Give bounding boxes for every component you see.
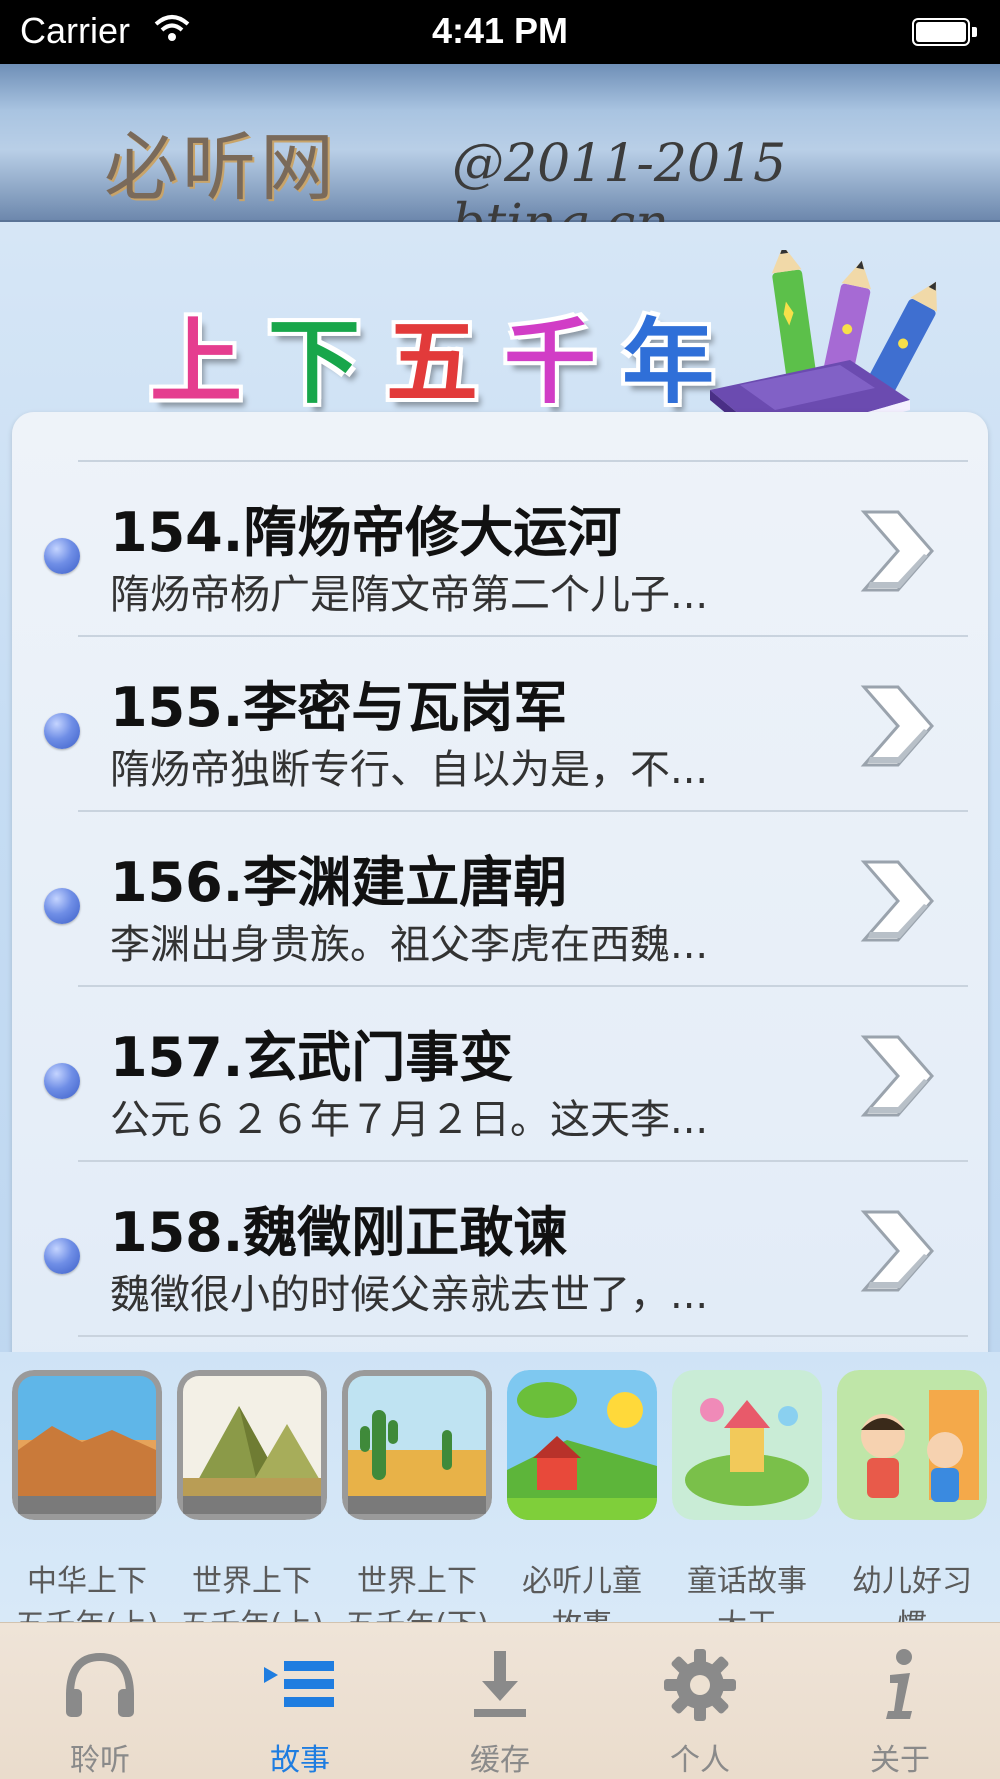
bullet-icon bbox=[44, 713, 80, 749]
story-row[interactable]: 154.隋炀帝修大运河隋炀帝杨广是隋文帝第二个儿子... bbox=[0, 460, 1000, 635]
story-title: 157.玄武门事变 bbox=[110, 1026, 514, 1089]
story-description: 魏徵很小的时候父亲就去世了，... bbox=[110, 1272, 709, 1318]
battery-icon bbox=[912, 18, 978, 48]
headphones-icon bbox=[66, 1652, 134, 1717]
chevron-right-icon[interactable] bbox=[858, 1033, 936, 1119]
bullet-icon bbox=[44, 538, 80, 574]
row-divider bbox=[78, 1160, 968, 1162]
story-description: 公元６２６年７月２日。这天李... bbox=[110, 1097, 709, 1143]
chevron-right-icon[interactable] bbox=[858, 858, 936, 944]
tab-bar: 聆听 故事 缓存 个人 关于 bbox=[0, 1622, 1000, 1779]
row-divider bbox=[78, 985, 968, 987]
desert-thumbnail bbox=[12, 1370, 162, 1520]
chevron-right-icon[interactable] bbox=[858, 683, 936, 769]
chevron-right-icon[interactable] bbox=[858, 1208, 936, 1294]
pyramids-thumbnail bbox=[177, 1370, 327, 1520]
chevron-right-icon[interactable] bbox=[858, 508, 936, 594]
tab-listen[interactable]: 聆听 bbox=[0, 1623, 200, 1779]
row-divider bbox=[78, 1335, 968, 1337]
tab-personal[interactable]: 个人 bbox=[600, 1623, 800, 1779]
category-item[interactable]: 童话故事大王 bbox=[672, 1370, 822, 1643]
category-item[interactable]: 世界上下五千年(上) bbox=[177, 1370, 327, 1643]
site-logo-text: 必听网 bbox=[104, 125, 338, 211]
story-description: 隋炀帝杨广是隋文帝第二个儿子... bbox=[110, 572, 709, 618]
title-char: 五 bbox=[386, 309, 487, 416]
gear-icon bbox=[664, 1649, 736, 1721]
row-divider bbox=[78, 635, 968, 637]
category-item[interactable]: 幼儿好习惯 bbox=[837, 1370, 987, 1643]
story-list: 154.隋炀帝修大运河 隋炀帝杨广是隋文帝第二个儿子... 155.李密与瓦岗军 隋炀… bbox=[0, 460, 1000, 1339]
info-icon bbox=[886, 1649, 912, 1719]
tab-label: 聆听 bbox=[70, 1743, 130, 1778]
row-divider bbox=[78, 810, 968, 812]
tab-label: 关于 bbox=[870, 1743, 930, 1778]
tab-label: 个人 bbox=[670, 1743, 730, 1778]
category-item[interactable]: 必听儿童故事 bbox=[507, 1370, 657, 1643]
title-char: 上 bbox=[150, 309, 251, 416]
title-text: 上下五千年 bbox=[150, 288, 740, 421]
category-item[interactable]: 世界上下五千年(下) bbox=[342, 1370, 492, 1643]
download-icon bbox=[474, 1651, 526, 1717]
tab-label: 故事 bbox=[270, 1743, 330, 1778]
site-header: 必听网 @2011-2015 bting.cn bbox=[0, 64, 1000, 254]
bullet-icon bbox=[44, 888, 80, 924]
story-row[interactable]: 155.李密与瓦岗军隋炀帝独断专行、自以为是，不... bbox=[0, 635, 1000, 810]
tab-cache[interactable]: 缓存 bbox=[400, 1623, 600, 1779]
list-icon bbox=[264, 1661, 334, 1707]
story-title: 155.李密与瓦岗军 bbox=[110, 676, 568, 739]
bullet-icon bbox=[44, 1238, 80, 1274]
list-end bbox=[0, 1335, 1000, 1339]
story-row[interactable]: 157.玄武门事变公元６２６年７月２日。这天李... bbox=[0, 985, 1000, 1160]
kids-thumbnail bbox=[837, 1370, 987, 1520]
tab-about[interactable]: 关于 bbox=[800, 1623, 1000, 1779]
row-divider bbox=[78, 460, 968, 462]
fairytale-thumbnail bbox=[672, 1370, 822, 1520]
title-char: 下 bbox=[268, 309, 369, 416]
category-strip: 中华上下五千年(上) 世界上下五千年(上) bbox=[0, 1352, 1000, 1643]
category-item[interactable]: 中华上下五千年(上) bbox=[12, 1370, 162, 1643]
story-row[interactable]: 158.魏徵刚正敢谏魏徵很小的时候父亲就去世了，... bbox=[0, 1160, 1000, 1335]
story-description: 李渊出身贵族。祖父李虎在西魏... bbox=[110, 922, 709, 968]
tab-label: 缓存 bbox=[470, 1743, 530, 1778]
story-description: 隋炀帝独断专行、自以为是，不... bbox=[110, 747, 709, 793]
story-row[interactable]: 156.李渊建立唐朝李渊出身贵族。祖父李虎在西魏... bbox=[0, 810, 1000, 985]
tab-stories[interactable]: 故事 bbox=[200, 1623, 400, 1779]
landscape-thumbnail bbox=[507, 1370, 657, 1520]
status-bar: Carrier 4:41 PM bbox=[0, 0, 1000, 64]
clock: 4:41 PM bbox=[431, 10, 569, 51]
story-title: 158.魏徵刚正敢谏 bbox=[110, 1201, 568, 1264]
cactus-thumbnail bbox=[342, 1370, 492, 1520]
title-char: 千 bbox=[504, 309, 605, 416]
story-title: 156.李渊建立唐朝 bbox=[110, 851, 568, 914]
bullet-icon bbox=[44, 1063, 80, 1099]
story-title: 154.隋炀帝修大运河 bbox=[110, 501, 622, 564]
